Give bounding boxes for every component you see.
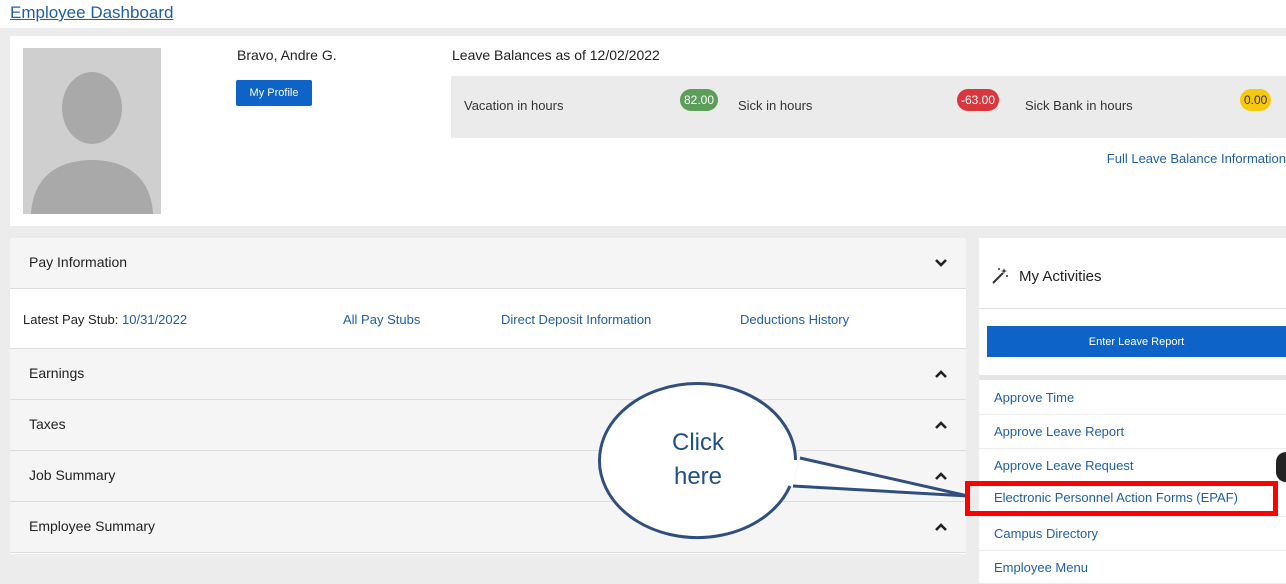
taxes-header[interactable]: Taxes xyxy=(10,400,966,451)
leave-label: Sick Bank in hours xyxy=(1025,98,1133,113)
latest-pay-stub: Latest Pay Stub: 10/31/2022 xyxy=(23,312,187,327)
activity-approve-time[interactable]: Approve Time xyxy=(979,381,1286,415)
activity-approve-leave-report[interactable]: Approve Leave Report xyxy=(979,415,1286,449)
chevron-up-icon[interactable] xyxy=(934,469,948,483)
top-bar: Employee Dashboard xyxy=(0,0,1286,28)
section-title: Employee Summary xyxy=(29,518,156,534)
activity-epaf[interactable]: Electronic Personnel Action Forms (EPAF) xyxy=(979,483,1286,517)
employee-name: Bravo, Andre G. xyxy=(237,47,337,63)
leave-sick: Sick in hours -63.00 xyxy=(725,76,1000,138)
my-activities-header: My Activities xyxy=(979,238,1286,309)
avatar xyxy=(23,48,161,214)
job-summary-header[interactable]: Job Summary xyxy=(10,451,966,502)
activity-link[interactable]: Approve Leave Report xyxy=(994,424,1124,439)
activity-link[interactable]: Electronic Personnel Action Forms (EPAF) xyxy=(994,490,1238,505)
sick-bank-badge: 0.00 xyxy=(1240,89,1272,111)
direct-deposit-link[interactable]: Direct Deposit Information xyxy=(501,312,651,327)
divider xyxy=(979,375,1286,380)
callout-text: Click here xyxy=(672,426,724,494)
section-title: Pay Information xyxy=(29,254,128,270)
my-activities-panel: My Activities Enter Leave Report Approve… xyxy=(979,238,1286,583)
leave-sick-bank: Sick Bank in hours 0.00 xyxy=(1012,76,1286,138)
earnings-header[interactable]: Earnings xyxy=(10,349,966,400)
latest-pay-stub-date[interactable]: 10/31/2022 xyxy=(122,312,187,327)
employee-summary-header[interactable]: Employee Summary xyxy=(10,502,966,553)
chevron-down-icon[interactable] xyxy=(934,256,948,270)
activity-link[interactable]: Campus Directory xyxy=(994,526,1098,541)
vacation-badge: 82.00 xyxy=(680,89,719,111)
pay-information-header[interactable]: Pay Information xyxy=(10,238,966,289)
edge-widget xyxy=(1276,452,1286,482)
sick-badge: -63.00 xyxy=(957,89,1000,111)
breadcrumb-employee-dashboard[interactable]: Employee Dashboard xyxy=(10,3,173,23)
my-activities-title: My Activities xyxy=(1019,268,1102,285)
leave-label: Vacation in hours xyxy=(464,98,564,113)
my-profile-button[interactable]: My Profile xyxy=(236,80,312,106)
profile-card: Bravo, Andre G. My Profile Leave Balance… xyxy=(10,36,1286,226)
chevron-up-icon[interactable] xyxy=(934,418,948,432)
magic-wand-icon xyxy=(992,268,1008,284)
activity-link[interactable]: Approve Time xyxy=(994,390,1074,405)
section-title: Job Summary xyxy=(29,467,116,483)
pay-links-row: Latest Pay Stub: 10/31/2022 All Pay Stub… xyxy=(10,289,966,349)
deductions-history-link[interactable]: Deductions History xyxy=(740,312,849,327)
user-silhouette-icon xyxy=(23,48,161,214)
full-leave-balance-link[interactable]: Full Leave Balance Information xyxy=(1107,151,1286,166)
callout-line-2: here xyxy=(673,463,723,490)
enter-leave-report-button[interactable]: Enter Leave Report xyxy=(987,326,1286,357)
chevron-up-icon[interactable] xyxy=(934,367,948,381)
leave-vacation: Vacation in hours 82.00 xyxy=(451,76,726,138)
leave-balances-title: Leave Balances as of 12/02/2022 xyxy=(452,47,660,63)
activity-link[interactable]: Employee Menu xyxy=(994,560,1088,575)
activity-campus-directory[interactable]: Campus Directory xyxy=(979,517,1286,551)
latest-pay-stub-label: Latest Pay Stub: xyxy=(23,312,119,327)
activity-employee-menu[interactable]: Employee Menu xyxy=(979,551,1286,584)
leave-balances-strip: Vacation in hours 82.00 Sick in hours -6… xyxy=(451,76,1286,138)
section-title: Taxes xyxy=(29,416,66,432)
chevron-up-icon[interactable] xyxy=(934,520,948,534)
activity-link[interactable]: Approve Leave Request xyxy=(994,458,1133,473)
section-title: Earnings xyxy=(29,365,85,381)
callout-line-1: Click xyxy=(672,429,724,456)
leave-label: Sick in hours xyxy=(738,98,813,113)
all-pay-stubs-link[interactable]: All Pay Stubs xyxy=(343,312,420,327)
activity-approve-leave-request[interactable]: Approve Leave Request xyxy=(979,449,1286,483)
pay-panel: Pay Information Latest Pay Stub: 10/31/2… xyxy=(10,238,966,554)
